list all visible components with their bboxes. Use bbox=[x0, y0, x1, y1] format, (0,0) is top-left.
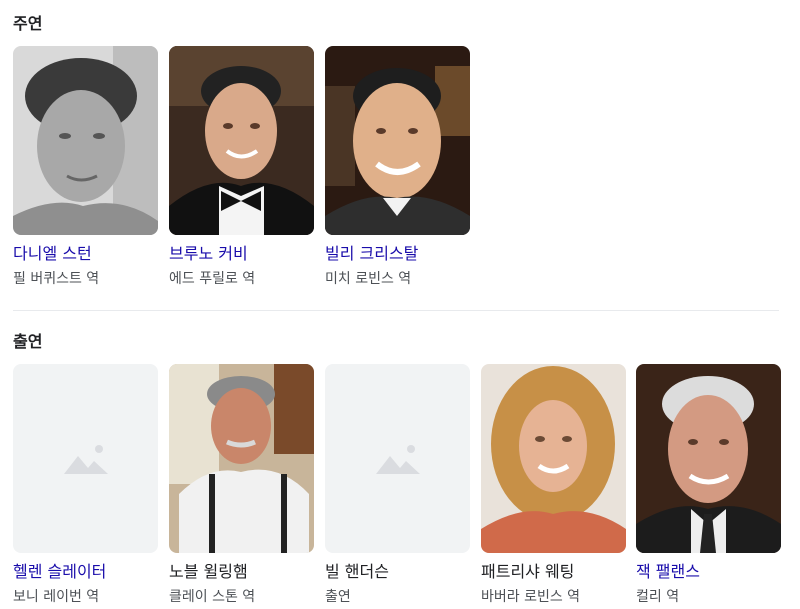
actor-photo-placeholder[interactable] bbox=[325, 364, 470, 553]
character-role: 보니 레이번 역 bbox=[13, 589, 100, 605]
cast-card[interactable]: 헬렌 슬레이터 보니 레이번 역 bbox=[13, 364, 158, 606]
actor-photo[interactable] bbox=[13, 46, 158, 235]
section-divider bbox=[13, 310, 779, 311]
cast-card[interactable]: 빌리 크리스탈 미치 로빈스 역 bbox=[325, 46, 470, 288]
cast-card[interactable]: 다니엘 스턴 필 버퀴스트 역 bbox=[13, 46, 158, 288]
cast-card[interactable]: 패트리샤 웨팅 바버라 로빈스 역 bbox=[481, 364, 626, 606]
cast-card[interactable]: 잭 팰랜스 컬리 역 bbox=[636, 364, 781, 606]
cast-card[interactable]: 빌 핸더슨 출연 bbox=[325, 364, 470, 606]
cast-card[interactable]: 브루노 커비 에드 푸릴로 역 bbox=[169, 46, 314, 288]
character-role: 클레이 스톤 역 bbox=[169, 589, 256, 605]
cast-card[interactable]: 노블 윌링햄 클레이 스톤 역 bbox=[169, 364, 314, 606]
actor-name-link[interactable]: 빌리 크리스탈 bbox=[325, 244, 470, 264]
character-role: 출연 bbox=[325, 589, 351, 605]
actor-name[interactable]: 빌 핸더슨 bbox=[325, 562, 470, 582]
section-title-starring: 주연 bbox=[13, 14, 43, 33]
character-role: 필 버퀴스트 역 bbox=[13, 271, 100, 287]
character-role: 에드 푸릴로 역 bbox=[169, 271, 256, 287]
actor-name[interactable]: 노블 윌링햄 bbox=[169, 562, 314, 582]
actor-name-link[interactable]: 브루노 커비 bbox=[169, 244, 314, 264]
character-role: 미치 로빈스 역 bbox=[325, 271, 412, 287]
actor-photo[interactable] bbox=[169, 364, 314, 553]
actor-photo-placeholder[interactable] bbox=[13, 364, 158, 553]
actor-photo[interactable] bbox=[481, 364, 626, 553]
image-placeholder-icon bbox=[63, 444, 108, 474]
section-title-cast: 출연 bbox=[13, 332, 43, 351]
actor-name-link[interactable]: 다니엘 스턴 bbox=[13, 244, 158, 264]
actor-name-link[interactable]: 잭 팰랜스 bbox=[636, 562, 781, 582]
actor-photo[interactable] bbox=[325, 46, 470, 235]
actor-photo[interactable] bbox=[169, 46, 314, 235]
image-placeholder-icon bbox=[375, 444, 420, 474]
actor-photo[interactable] bbox=[636, 364, 781, 553]
character-role: 바버라 로빈스 역 bbox=[481, 589, 581, 605]
actor-name[interactable]: 패트리샤 웨팅 bbox=[481, 562, 626, 582]
character-role: 컬리 역 bbox=[636, 589, 680, 605]
actor-name-link[interactable]: 헬렌 슬레이터 bbox=[13, 562, 158, 582]
